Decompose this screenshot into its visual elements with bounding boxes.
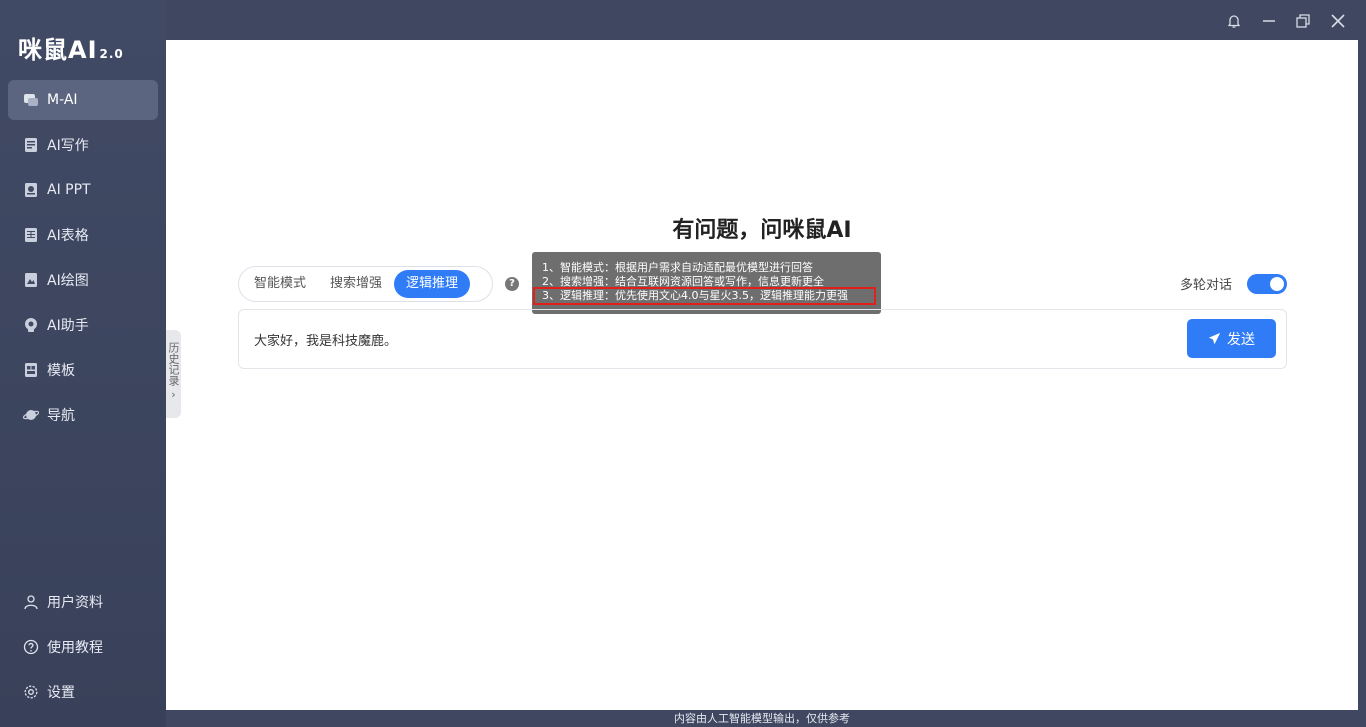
planet-icon [23,407,39,423]
minimize-icon [1263,20,1275,22]
multiturn-label: 多轮对话 [1180,278,1233,293]
toggle-knob [1270,277,1284,291]
sidebar-item-settings[interactable]: 设置 [8,672,158,712]
send-icon [1208,332,1221,345]
tooltip-line: 2、搜索增强：结合互联网资源回答或写作，信息更新更全 [542,275,824,288]
send-button[interactable]: 发送 [1187,319,1276,358]
send-label: 发送 [1227,331,1255,348]
tooltip-line-highlighted: 3、逻辑推理：优先使用文心4.0与星火3.5，逻辑推理能力更强 [533,287,876,305]
main-panel: 有问题，问咪鼠AI 智能模式 搜索增强 逻辑推理 ? 1、智能模式：根据用户需求… [166,40,1358,710]
mode-tab-logic-reasoning[interactable]: 逻辑推理 [394,270,471,298]
slides-icon [23,182,39,198]
template-icon [23,362,39,378]
sidebar-item-templates[interactable]: 模板 [8,350,158,390]
help-circle-icon [23,639,39,655]
user-icon [23,594,39,610]
mode-tab-smart[interactable]: 智能模式 [242,270,318,298]
sidebar-item-ai-writing[interactable]: AI写作 [8,125,158,165]
close-icon [1331,14,1345,28]
paint-icon [23,272,39,288]
close-button[interactable] [1327,10,1349,32]
restore-button[interactable] [1292,10,1314,32]
sidebar-item-m-ai[interactable]: M-AI [8,80,158,120]
notification-bell-icon[interactable] [1223,10,1245,32]
sidebar: 咪鼠AI 2.0 M-AI AI写作 AI PPT AI表格 AI绘图 AI助手 … [0,0,166,727]
chevron-right-icon: › [171,388,176,401]
sidebar-item-user-profile[interactable]: 用户资料 [8,582,158,622]
multiturn-toggle[interactable] [1247,274,1287,294]
footer-disclaimer: 内容由人工智能模型输出，仅供参考 [674,712,850,725]
sidebar-item-ai-table[interactable]: AI表格 [8,215,158,255]
sidebar-item-ai-drawing[interactable]: AI绘图 [8,260,158,300]
history-label: 历史记录 [167,342,180,386]
page-title: 有问题，问咪鼠AI [672,218,852,243]
chat-icon [23,92,39,108]
sidebar-item-navigation[interactable]: 导航 [8,395,158,435]
chat-input-text[interactable]: 大家好，我是科技魔鹿。 [254,330,397,349]
tooltip-line: 1、智能模式：根据用户需求自动适配最优模型进行回答 [542,261,813,274]
brain-icon [23,317,39,333]
minimize-button[interactable] [1258,10,1280,32]
document-icon [23,137,39,153]
restore-icon [1296,14,1310,28]
history-tab[interactable]: 历史记录 › [166,330,181,418]
question-mark-icon[interactable]: ? [505,277,519,291]
table-icon [23,227,39,243]
gear-icon [23,684,39,700]
app-logo: 咪鼠AI 2.0 [18,36,124,64]
chat-input[interactable]: 大家好，我是科技魔鹿。 发送 [238,309,1287,369]
mode-help-tooltip: 1、智能模式：根据用户需求自动适配最优模型进行回答 2、搜索增强：结合互联网资源… [532,252,881,314]
mode-switcher: 智能模式 搜索增强 逻辑推理 [238,266,493,302]
mode-tab-search-enhanced[interactable]: 搜索增强 [318,270,394,298]
sidebar-item-tutorial[interactable]: 使用教程 [8,627,158,667]
sidebar-item-ai-ppt[interactable]: AI PPT [8,170,158,210]
sidebar-item-ai-assistant[interactable]: AI助手 [8,305,158,345]
